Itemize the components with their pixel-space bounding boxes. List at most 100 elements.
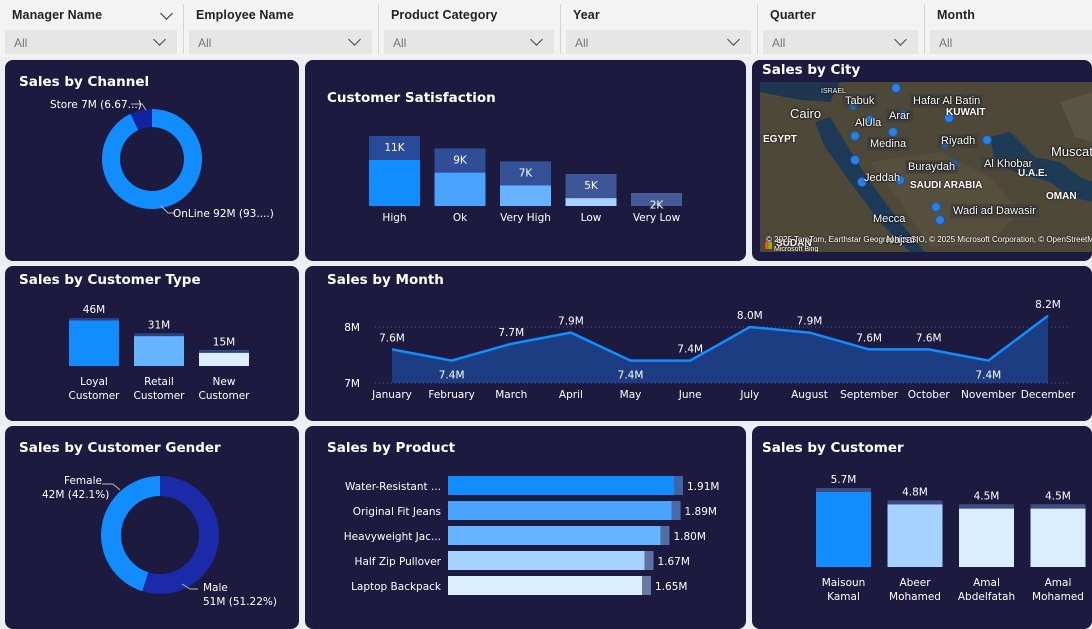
- sales-by-city-card: Sales by City Cairo Tabuk Hafar Al Batin KU…: [752, 60, 1092, 261]
- bar-product: [448, 476, 683, 495]
- chevron-down-icon[interactable]: [894, 33, 907, 46]
- x-tick-label: March: [495, 389, 527, 401]
- x-tick-label: Kamal: [827, 591, 860, 603]
- filter-divider: [378, 4, 379, 54]
- data-label: 5.7M: [831, 474, 857, 486]
- filter-value: All: [198, 36, 212, 50]
- city-map[interactable]: Cairo Tabuk Hafar Al Batin KUWAIT AlUla Arar E…: [760, 82, 1092, 252]
- chevron-down-icon[interactable]: [530, 33, 543, 46]
- city-bubble[interactable]: [982, 135, 992, 145]
- x-tick-label: Customer: [68, 390, 120, 402]
- bar-customer-type: [134, 333, 184, 366]
- data-label: 1.65M: [655, 581, 687, 593]
- sales-by-channel-card: Sales by Channel Store 7M (6.67...) OnLin…: [5, 60, 299, 261]
- filter-divider: [560, 4, 561, 54]
- filter-dropdown[interactable]: All: [566, 30, 751, 54]
- map-label-israel: ISRAEL: [821, 88, 846, 95]
- chevron-down-icon[interactable]: [348, 33, 361, 46]
- x-tick-label: Amal: [973, 577, 1000, 589]
- customer-type-bar-chart: 46M Loyal Customer 31M Retail Customer 15M New C…: [68, 304, 250, 402]
- city-bubble[interactable]: [931, 202, 941, 212]
- map-label-mecca: Mecca: [873, 213, 906, 225]
- microsoft-icon: [765, 242, 772, 249]
- x-tick-label: June: [678, 389, 702, 401]
- filter-divider: [183, 4, 184, 54]
- x-tick-label: February: [428, 389, 475, 401]
- bar-cap: [959, 504, 1014, 509]
- data-label: 7.7M: [498, 327, 524, 339]
- map-label-riyadh: Riyadh: [938, 134, 979, 148]
- bar-cap: [887, 500, 943, 505]
- bar-end-band: [671, 501, 681, 520]
- bar-cap: [816, 488, 871, 492]
- x-tick-label: Amal: [1045, 577, 1072, 589]
- x-tick-label: January: [371, 389, 412, 401]
- filter-dropdown[interactable]: All: [5, 30, 177, 54]
- x-tick-label: October: [908, 389, 951, 401]
- city-bubble[interactable]: [891, 83, 901, 93]
- bar-customer: [816, 488, 871, 567]
- map-copyright: © 2025 TomTom, Earthstar Geographics SIO…: [766, 235, 1092, 244]
- customer-satisfaction-card: Customer Satisfaction 11K High 9K Ok 7K Very …: [305, 60, 746, 261]
- data-label: 7.9M: [797, 316, 823, 328]
- filter-value: All: [772, 36, 786, 50]
- channel-donut-chart: Store 7M (6.67...) OnLine 92M (93....): [50, 99, 274, 220]
- x-tick-label: Customer: [133, 390, 185, 402]
- filter-slicer-manager-name: Manager Name All: [0, 0, 184, 57]
- filter-slicer-employee-name: Employee Name All: [184, 0, 379, 57]
- data-label: 5K: [584, 180, 599, 192]
- data-label: 9K: [453, 155, 468, 167]
- data-label-store: Store 7M (6.67...): [50, 99, 142, 111]
- map-label-medina: Medina: [867, 137, 910, 151]
- map-label-egypt: EGYPT: [763, 134, 797, 145]
- x-tick-label: May: [620, 389, 642, 401]
- month-area-chart: 8M 7M 7.6M January 7.4M February 7.7M March 7.9M…: [344, 299, 1076, 401]
- filter-dropdown[interactable]: All: [384, 30, 554, 54]
- filter-slicer-year: Year All: [561, 0, 758, 57]
- chevron-down-icon[interactable]: [153, 33, 166, 46]
- map-label-alula: AlUla: [855, 117, 882, 129]
- data-label: 2K: [650, 199, 665, 211]
- filter-title: Manager Name: [12, 8, 103, 22]
- map-label-buraydah: Buraydah: [905, 160, 959, 174]
- filter-value: All: [939, 36, 953, 50]
- chevron-down-icon[interactable]: [727, 33, 740, 46]
- data-label: 7.9M: [558, 316, 584, 328]
- x-tick-label: September: [840, 389, 899, 401]
- filter-divider: [924, 4, 925, 54]
- x-tick-label: Customer: [198, 390, 250, 402]
- city-bubble[interactable]: [935, 215, 945, 225]
- data-label: 4.5M: [1045, 491, 1071, 503]
- filter-dropdown[interactable]: All: [189, 30, 372, 54]
- bar-product: [448, 526, 670, 545]
- bar-customer: [887, 500, 943, 567]
- y-tick-label: 8M: [344, 322, 360, 334]
- y-tick-label: Heavyweight Jac...: [344, 531, 441, 543]
- x-tick-label: New: [213, 376, 236, 388]
- filter-dropdown[interactable]: All: [930, 30, 1092, 54]
- x-tick-label: Loyal: [80, 376, 108, 388]
- x-tick-label: April: [559, 389, 583, 401]
- map-label-hafar-al-batin: Hafar Al Batin: [910, 94, 984, 108]
- chevron-down-icon[interactable]: [160, 7, 173, 20]
- city-bubble[interactable]: [888, 127, 898, 137]
- filter-dropdown[interactable]: All: [763, 30, 918, 54]
- filter-title: Quarter: [770, 8, 816, 22]
- bar-product: [448, 501, 681, 520]
- filter-title: Year: [573, 8, 600, 22]
- bar-end-band: [644, 551, 654, 570]
- x-tick-label: Ok: [453, 212, 468, 224]
- data-label: 46M: [83, 304, 105, 316]
- x-tick-label: July: [739, 389, 759, 401]
- data-label: 7.4M: [975, 370, 1001, 382]
- data-label: 15M: [213, 336, 235, 348]
- city-bubble[interactable]: [850, 155, 860, 165]
- gender-donut-chart: Female 42M (42.1%) Male 51M (51.22%): [42, 475, 277, 608]
- city-bubble[interactable]: [850, 131, 860, 141]
- product-bar-chart: 1.91M Water-Resistant ... 1.89M Original Fi…: [344, 476, 719, 595]
- x-tick-label: Mohamed: [889, 591, 941, 603]
- x-tick-label: Very High: [500, 212, 551, 224]
- data-label: 4.8M: [902, 486, 928, 498]
- x-tick-label: Retail: [144, 376, 174, 388]
- filter-slicer-product-category: Product Category All: [379, 0, 561, 57]
